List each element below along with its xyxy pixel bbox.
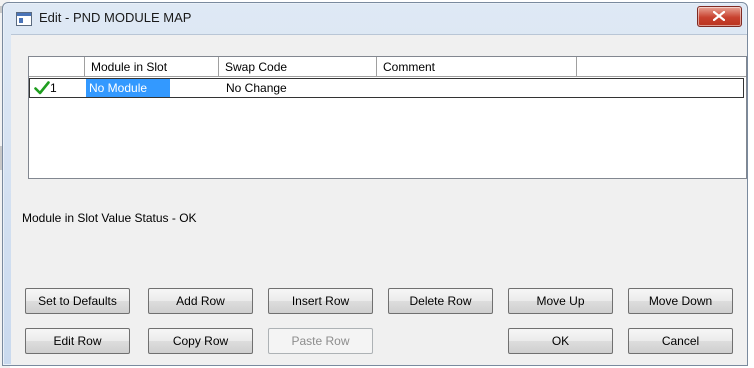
move-up-button[interactable]: Move Up xyxy=(508,288,613,314)
column-header-swap-code[interactable]: Swap Code xyxy=(219,57,377,77)
add-row-button[interactable]: Add Row xyxy=(148,288,253,314)
dialog-body: Module in Slot Swap Code Comment 1 No Mo… xyxy=(11,34,747,365)
status-text: Module in Slot Value Status - OK xyxy=(22,211,197,225)
column-header-filler xyxy=(577,57,746,77)
delete-row-button[interactable]: Delete Row xyxy=(388,288,493,314)
grid-header: Module in Slot Swap Code Comment xyxy=(29,57,746,78)
move-down-button[interactable]: Move Down xyxy=(628,288,733,314)
row-index: 1 xyxy=(50,81,57,95)
title-bar[interactable]: Edit - PND MODULE MAP xyxy=(3,3,747,33)
edit-row-button[interactable]: Edit Row xyxy=(25,328,130,354)
swap-code-cell[interactable]: No Change xyxy=(226,79,287,97)
ok-button[interactable]: OK xyxy=(508,328,613,354)
dialog-window: Edit - PND MODULE MAP Module in Slot Swa… xyxy=(2,2,748,366)
column-header-comment[interactable]: Comment xyxy=(377,57,577,77)
close-icon xyxy=(713,11,725,21)
column-header-module-in-slot[interactable]: Module in Slot xyxy=(85,57,219,77)
check-icon xyxy=(34,81,50,95)
paste-row-button[interactable]: Paste Row xyxy=(268,328,373,354)
window-title: Edit - PND MODULE MAP xyxy=(39,10,192,25)
copy-row-button[interactable]: Copy Row xyxy=(148,328,253,354)
cancel-button[interactable]: Cancel xyxy=(628,328,733,354)
app-icon xyxy=(16,12,32,26)
module-map-grid[interactable]: Module in Slot Swap Code Comment 1 No Mo… xyxy=(28,56,747,179)
module-in-slot-cell[interactable]: No Module xyxy=(86,79,170,97)
column-header-index[interactable] xyxy=(29,57,85,77)
close-button[interactable] xyxy=(697,6,742,27)
insert-row-button[interactable]: Insert Row xyxy=(268,288,373,314)
set-to-defaults-button[interactable]: Set to Defaults xyxy=(25,288,130,314)
table-row[interactable]: 1 No Module No Change xyxy=(29,78,744,98)
